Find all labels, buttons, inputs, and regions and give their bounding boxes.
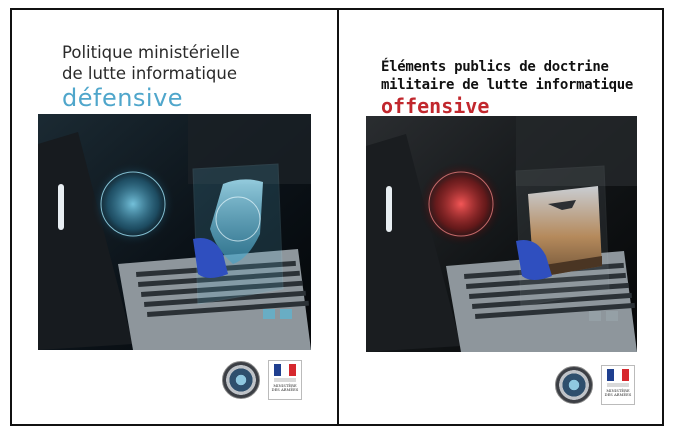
cover-photo [366, 116, 637, 352]
comcyber-seal-icon [222, 361, 260, 399]
cover-defensive: Politique ministérielle de lutte informa… [12, 10, 337, 424]
ministry-logo: MINISTÈRE DES ARMÉES [601, 365, 635, 405]
title-line-1: Éléments publics de doctrine [381, 59, 609, 75]
cover-title: Éléments publics de doctrine militaire d… [381, 58, 633, 118]
ministry-name: MINISTÈRE DES ARMÉES [605, 389, 632, 397]
ministry-name: MINISTÈRE DES ARMÉES [272, 384, 299, 392]
cover-offensive: Éléments publics de doctrine militaire d… [339, 10, 662, 424]
title-accent: défensive [62, 84, 184, 112]
marianne-icon [274, 378, 296, 382]
comcyber-seal-icon [555, 366, 593, 404]
ministry-label-line-2: DES ARMÉES [604, 393, 632, 397]
french-flag-icon [274, 364, 296, 376]
title-line-2: de lutte informatique [62, 64, 238, 83]
ministry-logo: MINISTÈRE DES ARMÉES [268, 360, 302, 400]
title-accent: offensive [381, 94, 490, 118]
marianne-icon [607, 383, 629, 387]
logo-row: MINISTÈRE DES ARMÉES [555, 365, 635, 405]
french-flag-icon [607, 369, 629, 381]
ministry-label-line-2: DES ARMÉES [271, 388, 299, 392]
cover-photo [38, 114, 311, 350]
logo-row: MINISTÈRE DES ARMÉES [222, 360, 302, 400]
title-line-2: militaire de lutte informatique [381, 77, 633, 93]
cover-title: Politique ministérielle de lutte informa… [62, 42, 240, 112]
title-line-1: Politique ministérielle [62, 43, 240, 62]
